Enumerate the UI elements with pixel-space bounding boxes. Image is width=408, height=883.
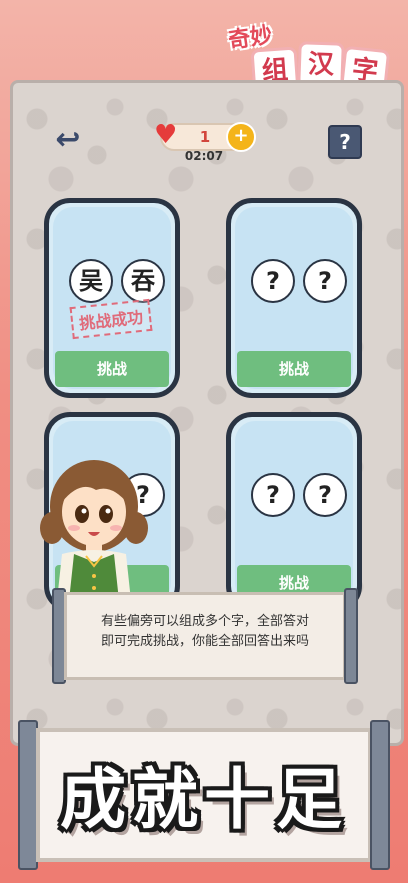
challenge-card-2[interactable]: ? ? 挑战	[226, 198, 362, 398]
challenge-card-4[interactable]: ? ? 挑战	[226, 412, 362, 612]
slogan-banner: 成就十足	[18, 720, 390, 870]
unknown-char-circle: ?	[251, 473, 295, 517]
timer: 02:07	[184, 149, 224, 163]
unknown-char-circle: ?	[251, 259, 295, 303]
scroll-roller-right	[344, 588, 358, 684]
challenge-button[interactable]: 挑战	[55, 351, 169, 387]
unknown-char-circle: ?	[303, 259, 347, 303]
slogan-text: 成就十足	[60, 761, 348, 838]
lives-counter: ♥ 1 +	[154, 121, 256, 152]
challenge-button[interactable]: 挑战	[237, 351, 351, 387]
back-button[interactable]: ↩	[50, 122, 86, 158]
char-circle: 吞	[121, 259, 165, 303]
hint-message: 有些偏旁可以组成多个字，全部答对 即可完成挑战，你能全部回答出来吗	[82, 612, 328, 652]
hint-line-2: 即可完成挑战，你能全部回答出来吗	[100, 634, 309, 649]
challenge-card-1[interactable]: 吴 吞 挑战成功 挑战	[44, 198, 180, 398]
help-button[interactable]: ?	[328, 125, 362, 159]
char-circle: 吴	[69, 259, 113, 303]
back-arrow-icon: ↩	[55, 122, 81, 157]
unknown-char-circle: ?	[303, 473, 347, 517]
help-icon: ?	[339, 130, 351, 154]
hint-dialog: 有些偏旁可以组成多个字，全部答对 即可完成挑战，你能全部回答出来吗	[52, 588, 358, 684]
hint-line-1: 有些偏旁可以组成多个字，全部答对	[100, 614, 309, 629]
mascot-girl-illustration	[40, 460, 148, 610]
add-lives-button[interactable]: +	[226, 122, 256, 152]
